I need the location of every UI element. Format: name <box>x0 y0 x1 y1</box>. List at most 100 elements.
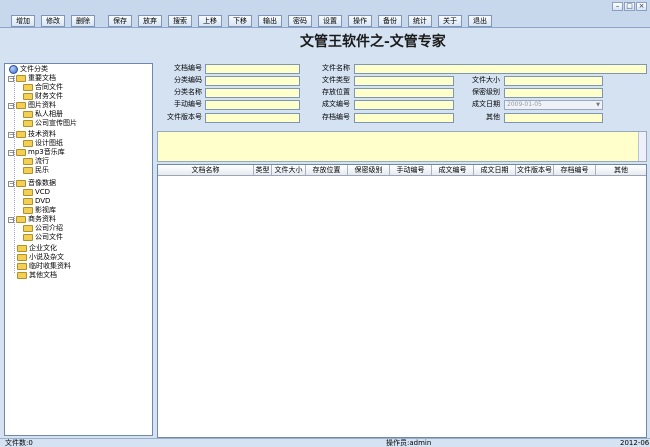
tree-item-label: VCD <box>35 188 51 196</box>
tree-item-label: 设计图纸 <box>35 139 63 147</box>
file-type-field[interactable] <box>354 76 454 86</box>
tree-item-images[interactable]: − 图片资料 <box>8 101 56 110</box>
label-category-code: 分类编码 <box>174 76 202 84</box>
col-file-size[interactable]: 文件大小 <box>272 165 306 175</box>
tree-item-tech[interactable]: − 技术资料 <box>8 130 56 139</box>
label-archive-number: 存档编号 <box>322 113 350 121</box>
tree-item-label: 重要文档 <box>28 74 56 82</box>
globe-icon <box>9 65 18 74</box>
archive-number-field[interactable] <box>354 113 454 123</box>
tree-item-label: DVD <box>35 197 51 205</box>
tree-item-business[interactable]: − 商务资料 <box>8 215 56 224</box>
tree-item-av-data[interactable]: − 音像数据 <box>8 179 56 188</box>
memo-scrollbar[interactable] <box>638 132 646 161</box>
col-storage-location[interactable]: 存放位置 <box>306 165 348 175</box>
issue-date-picker[interactable]: 2009-01-05 ▼ <box>504 100 603 110</box>
save-button[interactable]: 保存 <box>108 15 132 27</box>
collapse-icon[interactable]: − <box>8 131 14 138</box>
settings-button[interactable]: 设置 <box>318 15 342 27</box>
folder-icon <box>23 111 33 118</box>
collapse-icon[interactable]: − <box>8 149 14 156</box>
col-other[interactable]: 其他 <box>596 165 646 175</box>
folder-icon <box>17 245 27 252</box>
category-name-field[interactable] <box>205 88 300 98</box>
add-button[interactable]: 增加 <box>11 15 35 27</box>
manual-number-field[interactable] <box>205 100 300 110</box>
col-issue-date[interactable]: 成文日期 <box>474 165 516 175</box>
tree-item-pop[interactable]: 流行 <box>23 157 49 166</box>
operation-button[interactable]: 操作 <box>348 15 372 27</box>
col-secrecy-level[interactable]: 保密级别 <box>348 165 390 175</box>
maximize-icon[interactable]: □ <box>624 2 635 11</box>
tree-item-drawings[interactable]: 设计图纸 <box>23 139 63 148</box>
search-button[interactable]: 搜索 <box>168 15 192 27</box>
col-issue-number[interactable]: 成文编号 <box>432 165 474 175</box>
label-issue-date: 成文日期 <box>472 100 500 108</box>
collapse-icon[interactable]: − <box>8 180 14 187</box>
backup-button[interactable]: 备份 <box>378 15 402 27</box>
move-down-button[interactable]: 下移 <box>228 15 252 27</box>
edit-button[interactable]: 修改 <box>41 15 65 27</box>
collapse-icon[interactable]: − <box>8 216 14 223</box>
col-archive-number[interactable]: 存档编号 <box>554 165 596 175</box>
folder-icon <box>23 84 33 91</box>
category-tree[interactable]: 文件分类 − 重要文档 合同文件 财务文件 − 图片资料 私人相册 公司宣传图片… <box>4 63 153 436</box>
tree-item-private-album[interactable]: 私人相册 <box>23 110 63 119</box>
statistics-button[interactable]: 统计 <box>408 15 432 27</box>
version-field[interactable] <box>205 113 300 123</box>
file-size-field[interactable] <box>504 76 603 86</box>
category-code-field[interactable] <box>205 76 300 86</box>
password-button[interactable]: 密码 <box>288 15 312 27</box>
tree-item-finance[interactable]: 财务文件 <box>23 92 63 101</box>
tree-item-temp[interactable]: 临时收集资料 <box>17 262 71 271</box>
tree-item-culture[interactable]: 企业文化 <box>17 244 57 253</box>
tree-item-mp3[interactable]: − mp3音乐库 <box>8 148 65 157</box>
export-button[interactable]: 输出 <box>258 15 282 27</box>
tree-item-promo-images[interactable]: 公司宣传图片 <box>23 119 77 128</box>
tree-item-contracts[interactable]: 合同文件 <box>23 83 63 92</box>
storage-location-field[interactable] <box>354 88 454 98</box>
col-doc-name[interactable]: 文档名称 <box>158 165 254 175</box>
tree-root[interactable]: 文件分类 <box>9 65 48 74</box>
folder-icon <box>16 216 26 223</box>
folder-icon <box>17 254 27 261</box>
tree-item-folk[interactable]: 民乐 <box>23 166 49 175</box>
tree-item-important-docs[interactable]: − 重要文档 <box>8 74 56 83</box>
collapse-icon[interactable]: − <box>8 75 14 82</box>
memo-textarea[interactable] <box>157 131 647 162</box>
tree-root-label: 文件分类 <box>20 65 48 73</box>
tree-item-movies[interactable]: 影视库 <box>23 206 56 215</box>
tree-item-label: 公司宣传图片 <box>35 119 77 127</box>
delete-button[interactable]: 删除 <box>71 15 95 27</box>
tree-item-company-files[interactable]: 公司文件 <box>23 233 63 242</box>
about-button[interactable]: 关于 <box>438 15 462 27</box>
file-name-field[interactable] <box>354 64 647 74</box>
folder-icon <box>16 131 26 138</box>
tree-item-label: mp3音乐库 <box>28 148 65 156</box>
label-category-name: 分类名称 <box>174 88 202 96</box>
close-icon[interactable]: × <box>636 2 647 11</box>
secrecy-level-field[interactable] <box>504 88 603 98</box>
doc-issue-number-field[interactable] <box>354 100 454 110</box>
tree-item-novels[interactable]: 小说及杂文 <box>17 253 64 262</box>
status-date: 2012-06 <box>620 439 650 447</box>
exit-button[interactable]: 退出 <box>468 15 492 27</box>
col-type[interactable]: 类型 <box>254 165 272 175</box>
tree-item-other[interactable]: 其他文档 <box>17 271 57 280</box>
col-version[interactable]: 文件版本号 <box>516 165 554 175</box>
col-manual-number[interactable]: 手动编号 <box>390 165 432 175</box>
tree-item-vcd[interactable]: VCD <box>23 188 50 197</box>
discard-button[interactable]: 放弃 <box>138 15 162 27</box>
other-field[interactable] <box>504 113 603 123</box>
document-grid[interactable]: 文档名称 类型 文件大小 存放位置 保密级别 手动编号 成文编号 成文日期 文件… <box>157 164 647 438</box>
move-up-button[interactable]: 上移 <box>198 15 222 27</box>
folder-icon <box>23 93 33 100</box>
dropdown-arrow-icon[interactable]: ▼ <box>595 102 601 108</box>
toolbar: 增加 修改 删除 保存 放弃 搜索 上移 下移 输出 密码 设置 操作 备份 统… <box>0 0 650 28</box>
collapse-icon[interactable]: − <box>8 102 14 109</box>
tree-item-label: 小说及杂文 <box>29 253 64 261</box>
tree-item-dvd[interactable]: DVD <box>23 197 50 206</box>
tree-item-company-intro[interactable]: 公司介绍 <box>23 224 63 233</box>
doc-number-field[interactable] <box>205 64 300 74</box>
minimize-icon[interactable]: – <box>612 2 623 11</box>
